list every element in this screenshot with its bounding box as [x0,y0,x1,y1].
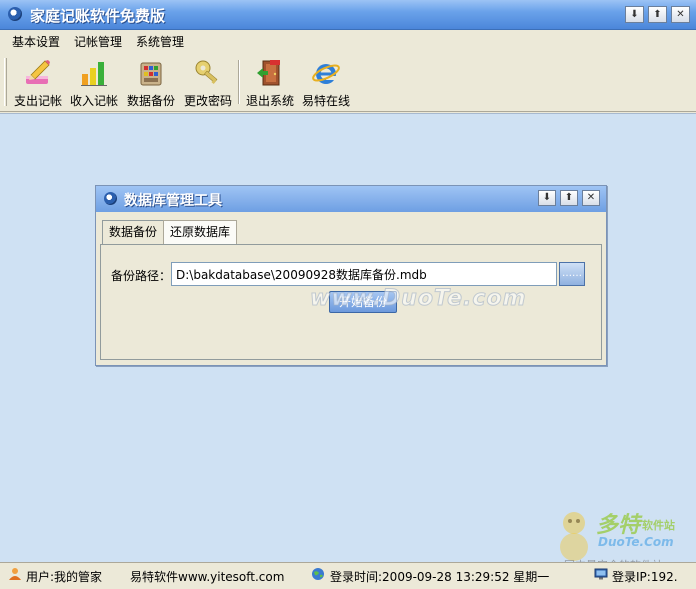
change-password-button[interactable]: 更改密码 [180,56,236,108]
restore-icon: ⬆ [564,192,574,203]
internet-explorer-icon [312,64,340,84]
browse-button[interactable]: …… [559,262,585,286]
menu-system[interactable]: 系统管理 [134,31,186,52]
minimize-button[interactable]: ⬇ [625,6,644,23]
logo-domain: DuoTe.Com [598,535,674,549]
online-button[interactable]: 易特在线 [298,56,354,108]
status-bar: 用户:我的管家 易特软件www.yitesoft.com 登录时间:2009-0… [0,562,696,589]
dialog-title: 数据库管理工具 [124,193,222,209]
dialog-close-button[interactable]: ✕ [582,190,600,206]
pencil-eraser-icon [26,60,50,84]
online-label: 易特在线 [301,94,350,108]
status-login-time: 登录时间:2009-09-28 13:29:52 星期一 [330,570,550,584]
expense-button[interactable]: 支出记帐 [10,56,66,108]
tab-restore-database[interactable]: 还原数据库 [163,220,238,244]
dialog-window-controls: ⬇ ⬆ ✕ [538,190,600,206]
income-label: 收入记帐 [69,94,118,108]
dialog-tabs: 数据备份 还原数据库 [102,220,238,244]
app-icon [8,7,22,21]
watermark-text: www.DuoTe.com [310,286,527,312]
minimize-icon: ⬇ [630,9,639,20]
dialog-icon [104,192,117,205]
dialog-minimize-button[interactable]: ⬇ [538,190,556,206]
data-backup-button[interactable]: 数据备份 [123,56,179,108]
globe-icon [312,568,324,580]
restore-icon: ⬆ [653,9,662,20]
menu-bookkeeping[interactable]: 记帐管理 [72,31,124,52]
window-controls: ⬇ ⬆ ✕ [625,6,690,23]
change-password-label: 更改密码 [183,94,232,108]
exit-button[interactable]: 退出系统 [242,56,298,108]
backup-path-input[interactable] [171,262,557,286]
menu-bar: 基本设置 记帐管理 系统管理 [0,30,696,52]
expense-label: 支出记帐 [13,94,62,108]
exit-door-icon [257,60,280,86]
minimize-icon: ⬇ [542,192,552,203]
toolbar: 支出记帐 收入记帐 数据备份 更改密码 退出系统 易特在线 [0,52,696,112]
dialog-title-bar[interactable]: 数据库管理工具 ⬇ ⬆ ✕ [96,186,606,212]
close-icon: ✕ [586,192,596,203]
database-backup-icon [140,62,162,86]
dialog-restore-button[interactable]: ⬆ [560,190,578,206]
user-icon [9,568,21,580]
tab-data-backup[interactable]: 数据备份 [102,220,165,244]
bar-chart-icon [81,62,107,86]
backup-path-label: 备份路径： [111,269,172,283]
database-tool-dialog: 数据库管理工具 ⬇ ⬆ ✕ 数据备份 还原数据库 备份路径： …… 开始备份 [95,185,607,366]
restore-button[interactable]: ⬆ [648,6,667,23]
exit-label: 退出系统 [245,94,294,108]
key-icon [195,60,218,84]
status-company: 易特软件www.yitesoft.com [130,570,285,584]
status-login-ip: 登录IP:192. [612,570,678,584]
close-button[interactable]: ✕ [671,6,690,23]
income-button[interactable]: 收入记帐 [66,56,122,108]
menu-basic-settings[interactable]: 基本设置 [10,31,62,52]
logo-sub: 软件站 [642,519,675,532]
app-title-bar[interactable]: 家庭记账软件免费版 ⬇ ⬆ ✕ [0,0,696,30]
status-user: 用户:我的管家 [26,570,103,584]
close-icon: ✕ [676,9,685,20]
data-backup-label: 数据备份 [126,94,175,108]
computer-icon [594,568,608,580]
app-title: 家庭记账软件免费版 [30,7,166,25]
